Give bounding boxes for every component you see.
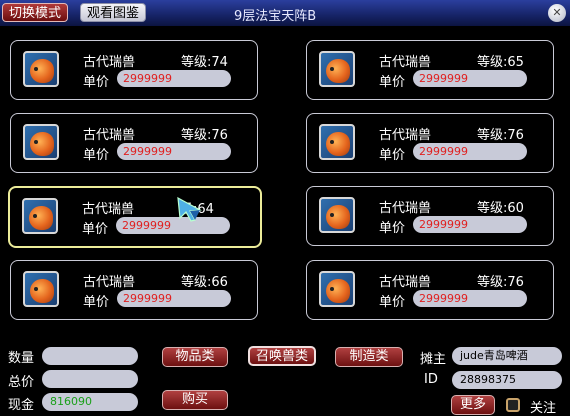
buy-button[interactable]: 购买 <box>162 390 228 410</box>
listing-card[interactable]: 古代瑞兽 等级:76 单价 2999999 <box>10 113 258 173</box>
unit-price-field: 2999999 <box>116 217 230 234</box>
listing-level: 等级:76 <box>477 275 524 290</box>
beast-portrait-icon <box>319 124 355 160</box>
unit-price-field: 2999999 <box>413 290 527 307</box>
quantity-label: 数量 <box>8 351 35 366</box>
title-bar: 切换模式 观看图鉴 9层法宝天阵B ✕ <box>0 0 570 26</box>
beast-portrait-icon <box>319 197 355 233</box>
beast-portrait-icon <box>319 271 355 307</box>
listing-name: 古代瑞兽 <box>379 128 432 143</box>
unit-price-label: 单价 <box>379 295 406 310</box>
unit-price-field: 2999999 <box>117 290 231 307</box>
listing-level: 等级:66 <box>181 275 228 290</box>
listing-name: 古代瑞兽 <box>379 275 432 290</box>
unit-price-label: 单价 <box>379 148 406 163</box>
unit-price-label: 单价 <box>83 75 110 90</box>
close-icon[interactable]: ✕ <box>548 4 566 22</box>
listing-level: 等级:76 <box>477 128 524 143</box>
beast-portrait-icon <box>23 271 59 307</box>
listing-card[interactable]: 古代瑞兽 等级:74 单价 2999999 <box>10 40 258 100</box>
unit-price-label: 单价 <box>83 148 110 163</box>
listing-level: 等级:76 <box>181 128 228 143</box>
cursor-icon <box>177 196 202 222</box>
listing-name: 古代瑞兽 <box>379 201 432 216</box>
unit-price-field: 2999999 <box>413 216 527 233</box>
follow-checkbox[interactable] <box>506 398 520 412</box>
category-items-button[interactable]: 物品类 <box>162 347 228 367</box>
listing-card[interactable]: 古代瑞兽级:64单价2999999 <box>8 186 262 248</box>
beast-portrait-icon <box>319 51 355 87</box>
unit-price-field: 2999999 <box>413 143 527 160</box>
unit-price-label: 单价 <box>379 221 406 236</box>
listing-level: 等级:60 <box>477 201 524 216</box>
unit-price-label: 单价 <box>83 295 110 310</box>
beast-portrait-icon <box>22 198 58 234</box>
unit-price-label: 单价 <box>82 222 109 237</box>
unit-price-field: 2999999 <box>117 70 231 87</box>
unit-price-field: 2999999 <box>117 143 231 160</box>
listing-card[interactable]: 古代瑞兽 等级:60 单价 2999999 <box>306 186 554 246</box>
id-field: 28898375 <box>452 371 562 389</box>
listing-name: 古代瑞兽 <box>83 55 136 70</box>
listing-name: 古代瑞兽 <box>83 275 136 290</box>
id-label: ID <box>424 372 438 387</box>
beast-portrait-icon <box>23 124 59 160</box>
view-catalog-button[interactable]: 观看图鉴 <box>80 3 147 22</box>
listing-level: 等级:74 <box>181 55 228 70</box>
listing-name: 古代瑞兽 <box>379 55 432 70</box>
listing-card[interactable]: 古代瑞兽 等级:66 单价 2999999 <box>10 260 258 320</box>
unit-price-field: 2999999 <box>413 70 527 87</box>
listing-card[interactable]: 古代瑞兽 等级:76 单价 2999999 <box>306 113 554 173</box>
beast-portrait-icon <box>23 51 59 87</box>
follow-label: 关注 <box>530 401 557 416</box>
category-crafting-button[interactable]: 制造类 <box>335 347 403 367</box>
window-title: 9层法宝天阵B <box>234 9 317 24</box>
listing-name: 古代瑞兽 <box>82 202 135 217</box>
category-pets-button[interactable]: 召唤兽类 <box>248 346 316 366</box>
quantity-input[interactable] <box>42 347 138 365</box>
cash-field: 816090 <box>42 393 138 411</box>
owner-field: jude青岛啤酒 <box>452 347 562 365</box>
owner-label: 摊主 <box>420 352 447 367</box>
listing-name: 古代瑞兽 <box>83 128 136 143</box>
listing-card[interactable]: 古代瑞兽 等级:76 单价 2999999 <box>306 260 554 320</box>
total-price-label: 总价 <box>8 375 35 390</box>
switch-mode-button[interactable]: 切换模式 <box>2 3 69 22</box>
unit-price-label: 单价 <box>379 75 406 90</box>
listing-card[interactable]: 古代瑞兽 等级:65 单价 2999999 <box>306 40 554 100</box>
cash-label: 现金 <box>8 398 35 413</box>
listing-level: 等级:65 <box>477 55 524 70</box>
total-price-field <box>42 370 138 388</box>
more-button[interactable]: 更多 <box>451 395 495 415</box>
